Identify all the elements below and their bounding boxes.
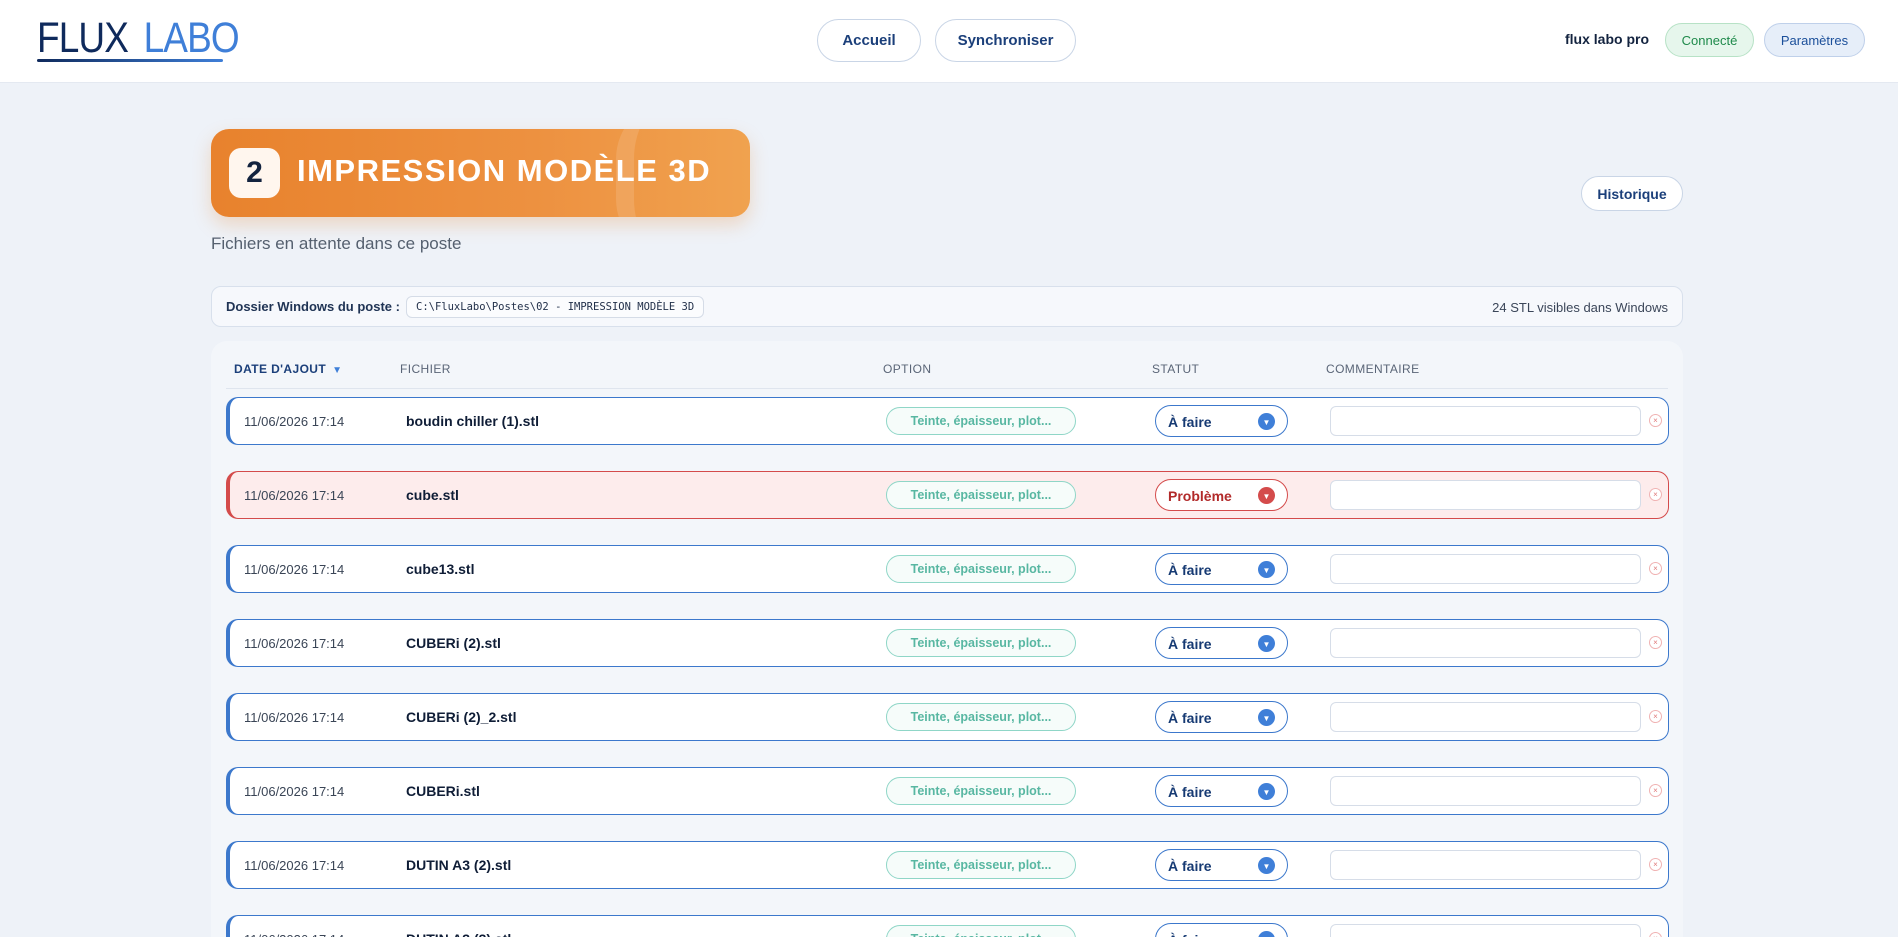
- row-option-button[interactable]: Teinte, épaisseur, plot...: [886, 481, 1076, 509]
- table-row[interactable]: 11/06/2026 17:14 DUTIN A3 (3).stl Teinte, …: [226, 915, 1669, 937]
- clear-comment-icon[interactable]: ×: [1649, 488, 1662, 501]
- row-status-select[interactable]: À faire ▼: [1155, 923, 1288, 937]
- row-status-select[interactable]: À faire ▼: [1155, 701, 1288, 733]
- clear-comment-icon[interactable]: ×: [1649, 414, 1662, 427]
- station-number-badge: 2: [229, 148, 280, 198]
- row-option-button[interactable]: Teinte, épaisseur, plot...: [886, 555, 1076, 583]
- table-row[interactable]: 11/06/2026 17:14 boudin chiller (1).stl Te…: [226, 397, 1669, 445]
- row-filename[interactable]: DUTIN A3 (2).stl: [406, 857, 511, 873]
- row-status-label: À faire: [1168, 932, 1212, 937]
- table-row[interactable]: 11/06/2026 17:14 CUBERi (2)_2.stl Teinte, …: [226, 693, 1669, 741]
- station-title: IMPRESSION MODÈLE 3D: [297, 153, 712, 188]
- clear-comment-icon[interactable]: ×: [1649, 710, 1662, 723]
- row-date: 11/06/2026 17:14: [244, 562, 345, 577]
- row-date: 11/06/2026 17:14: [244, 710, 345, 725]
- row-option-button[interactable]: Teinte, épaisseur, plot...: [886, 407, 1076, 435]
- row-status-select[interactable]: À faire ▼: [1155, 627, 1288, 659]
- row-status-select[interactable]: Problème ▼: [1155, 479, 1288, 511]
- history-button[interactable]: Historique: [1581, 176, 1683, 211]
- row-status-label: À faire: [1168, 414, 1212, 430]
- row-date: 11/06/2026 17:14: [244, 784, 345, 799]
- row-status-select[interactable]: À faire ▼: [1155, 405, 1288, 437]
- page-subtitle: Fichiers en attente dans ce poste: [211, 234, 462, 253]
- row-comment-input[interactable]: [1330, 702, 1641, 732]
- chevron-down-icon: ▼: [1258, 857, 1275, 874]
- top-bar: FLUX LABO Accueil Synchroniser flux labo …: [0, 0, 1898, 83]
- column-header-date[interactable]: DATE D'AJOUT ▼: [234, 362, 342, 376]
- nav-home-button[interactable]: Accueil: [817, 19, 921, 62]
- clear-comment-icon[interactable]: ×: [1649, 858, 1662, 871]
- chevron-down-icon: ▼: [1258, 709, 1275, 726]
- table-row[interactable]: 11/06/2026 17:14 CUBERi.stl Teinte, épaiss…: [226, 767, 1669, 815]
- app-logo[interactable]: FLUX LABO: [37, 14, 240, 64]
- connection-status-badge: Connecté: [1665, 23, 1754, 57]
- row-option-button[interactable]: Teinte, épaisseur, plot...: [886, 777, 1076, 805]
- column-header-option: OPTION: [883, 362, 932, 376]
- chevron-down-icon: ▼: [1258, 635, 1275, 652]
- header-divider: [226, 388, 1668, 389]
- row-filename[interactable]: CUBERi.stl: [406, 783, 480, 799]
- table-row[interactable]: 11/06/2026 17:14 CUBERi (2).stl Teinte, ép…: [226, 619, 1669, 667]
- column-header-comment: COMMENTAIRE: [1326, 362, 1420, 376]
- row-comment-input[interactable]: [1330, 406, 1641, 436]
- folder-label: Dossier Windows du poste :: [226, 299, 400, 314]
- row-status-label: À faire: [1168, 562, 1212, 578]
- row-status-select[interactable]: À faire ▼: [1155, 849, 1288, 881]
- row-comment-input[interactable]: [1330, 480, 1641, 510]
- row-filename[interactable]: cube13.stl: [406, 561, 474, 577]
- row-option-button[interactable]: Teinte, épaisseur, plot...: [886, 703, 1076, 731]
- row-comment-input[interactable]: [1330, 850, 1641, 880]
- row-date: 11/06/2026 17:14: [244, 932, 344, 937]
- chevron-down-icon: ▼: [1258, 561, 1275, 578]
- row-filename[interactable]: boudin chiller (1).stl: [406, 413, 539, 429]
- row-date: 11/06/2026 17:14: [244, 488, 345, 503]
- sort-desc-icon: ▼: [332, 365, 343, 376]
- chevron-down-icon: ▼: [1258, 783, 1275, 800]
- folder-info-bar: Dossier Windows du poste : C:\FluxLabo\P…: [211, 286, 1683, 327]
- table-row[interactable]: 11/06/2026 17:14 cube13.stl Teinte, épaiss…: [226, 545, 1669, 593]
- row-status-label: Problème: [1168, 488, 1232, 504]
- row-option-button[interactable]: Teinte, épaisseur, plot...: [886, 925, 1076, 937]
- chevron-down-icon: ▼: [1258, 931, 1275, 937]
- row-comment-input[interactable]: [1330, 776, 1641, 806]
- row-date: 11/06/2026 17:14: [244, 858, 345, 873]
- table-row[interactable]: 11/06/2026 17:14 cube.stl Teinte, épaisseu…: [226, 471, 1669, 519]
- row-status-label: À faire: [1168, 636, 1212, 652]
- clear-comment-icon[interactable]: ×: [1649, 784, 1662, 797]
- row-option-button[interactable]: Teinte, épaisseur, plot...: [886, 851, 1076, 879]
- logo-underline: [37, 59, 223, 62]
- clear-comment-icon[interactable]: ×: [1649, 636, 1662, 649]
- row-date: 11/06/2026 17:14: [244, 414, 345, 429]
- logo-text-labo: LABO: [143, 14, 240, 62]
- row-filename[interactable]: CUBERi (2).stl: [406, 635, 501, 651]
- column-header-file: FICHIER: [400, 362, 451, 376]
- clear-comment-icon[interactable]: ×: [1649, 932, 1662, 937]
- column-header-date-label: DATE D'AJOUT: [234, 362, 327, 376]
- row-status-select[interactable]: À faire ▼: [1155, 553, 1288, 585]
- logo-text-flux: FLUX: [37, 14, 129, 62]
- row-comment-input[interactable]: [1330, 924, 1641, 937]
- nav-sync-button[interactable]: Synchroniser: [935, 19, 1076, 62]
- user-name: flux labo pro: [1565, 31, 1649, 47]
- table-row[interactable]: 11/06/2026 17:14 DUTIN A3 (2).stl Teinte, …: [226, 841, 1669, 889]
- row-status-select[interactable]: À faire ▼: [1155, 775, 1288, 807]
- row-filename[interactable]: DUTIN A3 (3).stl: [406, 931, 511, 937]
- stl-count: 24 STL visibles dans Windows: [1492, 300, 1668, 315]
- row-date: 11/06/2026 17:14: [244, 636, 345, 651]
- row-filename[interactable]: cube.stl: [406, 487, 459, 503]
- column-header-status: STATUT: [1152, 362, 1200, 376]
- row-filename[interactable]: CUBERi (2)_2.stl: [406, 709, 516, 725]
- chevron-down-icon: ▼: [1258, 487, 1275, 504]
- folder-path[interactable]: C:\FluxLabo\Postes\02 - IMPRESSION MODÈL…: [406, 296, 705, 318]
- row-status-label: À faire: [1168, 858, 1212, 874]
- row-status-label: À faire: [1168, 710, 1212, 726]
- station-banner: 2 IMPRESSION MODÈLE 3D: [211, 129, 750, 217]
- clear-comment-icon[interactable]: ×: [1649, 562, 1662, 575]
- chevron-down-icon: ▼: [1258, 413, 1275, 430]
- row-status-label: À faire: [1168, 784, 1212, 800]
- row-comment-input[interactable]: [1330, 628, 1641, 658]
- settings-button[interactable]: Paramètres: [1764, 23, 1865, 57]
- row-option-button[interactable]: Teinte, épaisseur, plot...: [886, 629, 1076, 657]
- row-comment-input[interactable]: [1330, 554, 1641, 584]
